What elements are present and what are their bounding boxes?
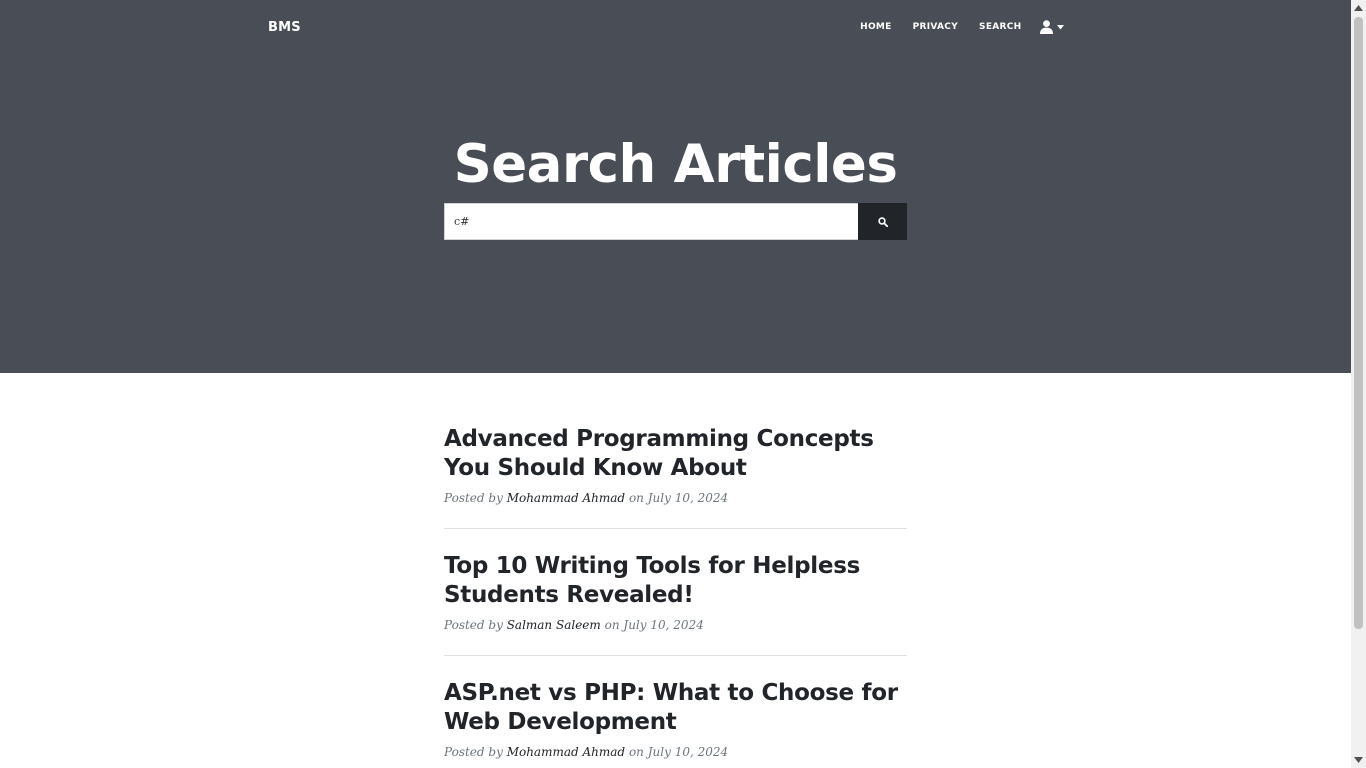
author-link[interactable]: Mohammad Ahmad bbox=[507, 745, 625, 759]
navbar: BMS HOME PRIVACY SEARCH bbox=[268, 0, 1064, 54]
nav-link-search[interactable]: SEARCH bbox=[969, 22, 1032, 32]
page-title: Search Articles bbox=[453, 134, 898, 195]
scroll-thumb[interactable] bbox=[1354, 17, 1363, 629]
search-button[interactable] bbox=[858, 203, 907, 240]
author-link[interactable]: Mohammad Ahmad bbox=[507, 491, 625, 505]
post-date: July 10, 2024 bbox=[623, 618, 704, 632]
article-meta: Posted by Mohammad Ahmad on July 10, 202… bbox=[444, 491, 907, 505]
masthead: BMS HOME PRIVACY SEARCH Search Articles bbox=[0, 0, 1351, 373]
on-label: on bbox=[628, 491, 644, 505]
nav-link-home[interactable]: HOME bbox=[850, 22, 903, 32]
post-date: July 10, 2024 bbox=[647, 491, 729, 505]
page: BMS HOME PRIVACY SEARCH Search Articles bbox=[0, 0, 1351, 768]
list-item: Advanced Programming Concepts You Should… bbox=[444, 424, 907, 529]
article-title-link[interactable]: Advanced Programming Concepts You Should… bbox=[444, 424, 907, 483]
nav-links: HOME PRIVACY SEARCH bbox=[850, 20, 1064, 34]
list-item: ASP.net vs PHP: What to Choose for Web D… bbox=[444, 678, 907, 768]
posted-by-label: Posted by bbox=[444, 491, 503, 505]
list-item: Top 10 Writing Tools for Helpless Studen… bbox=[444, 551, 907, 656]
on-label: on bbox=[604, 618, 620, 632]
author-link[interactable]: Salman Saleem bbox=[507, 618, 601, 632]
search-form bbox=[444, 203, 907, 240]
posted-by-label: Posted by bbox=[444, 618, 503, 632]
page-scrollbar[interactable] bbox=[1351, 0, 1366, 768]
article-title-link[interactable]: ASP.net vs PHP: What to Choose for Web D… bbox=[444, 678, 907, 737]
article-title-link[interactable]: Top 10 Writing Tools for Helpless Studen… bbox=[444, 551, 907, 610]
on-label: on bbox=[628, 745, 644, 759]
scroll-down-arrow-icon[interactable] bbox=[1354, 757, 1363, 763]
user-icon bbox=[1040, 20, 1053, 34]
article-meta: Posted by Mohammad Ahmad on July 10, 202… bbox=[444, 745, 907, 759]
search-icon bbox=[877, 216, 888, 227]
post-date: July 10, 2024 bbox=[647, 745, 729, 759]
user-menu-dropdown[interactable] bbox=[1032, 20, 1064, 34]
nav-link-privacy[interactable]: PRIVACY bbox=[902, 22, 968, 32]
article-meta: Posted by Salman Saleem on July 10, 2024 bbox=[444, 618, 907, 632]
brand-logo[interactable]: BMS bbox=[268, 20, 301, 35]
chevron-down-icon bbox=[1057, 24, 1064, 29]
scroll-up-arrow-icon[interactable] bbox=[1354, 5, 1363, 11]
article-list: Advanced Programming Concepts You Should… bbox=[444, 424, 907, 768]
search-input[interactable] bbox=[444, 203, 858, 240]
posted-by-label: Posted by bbox=[444, 745, 503, 759]
